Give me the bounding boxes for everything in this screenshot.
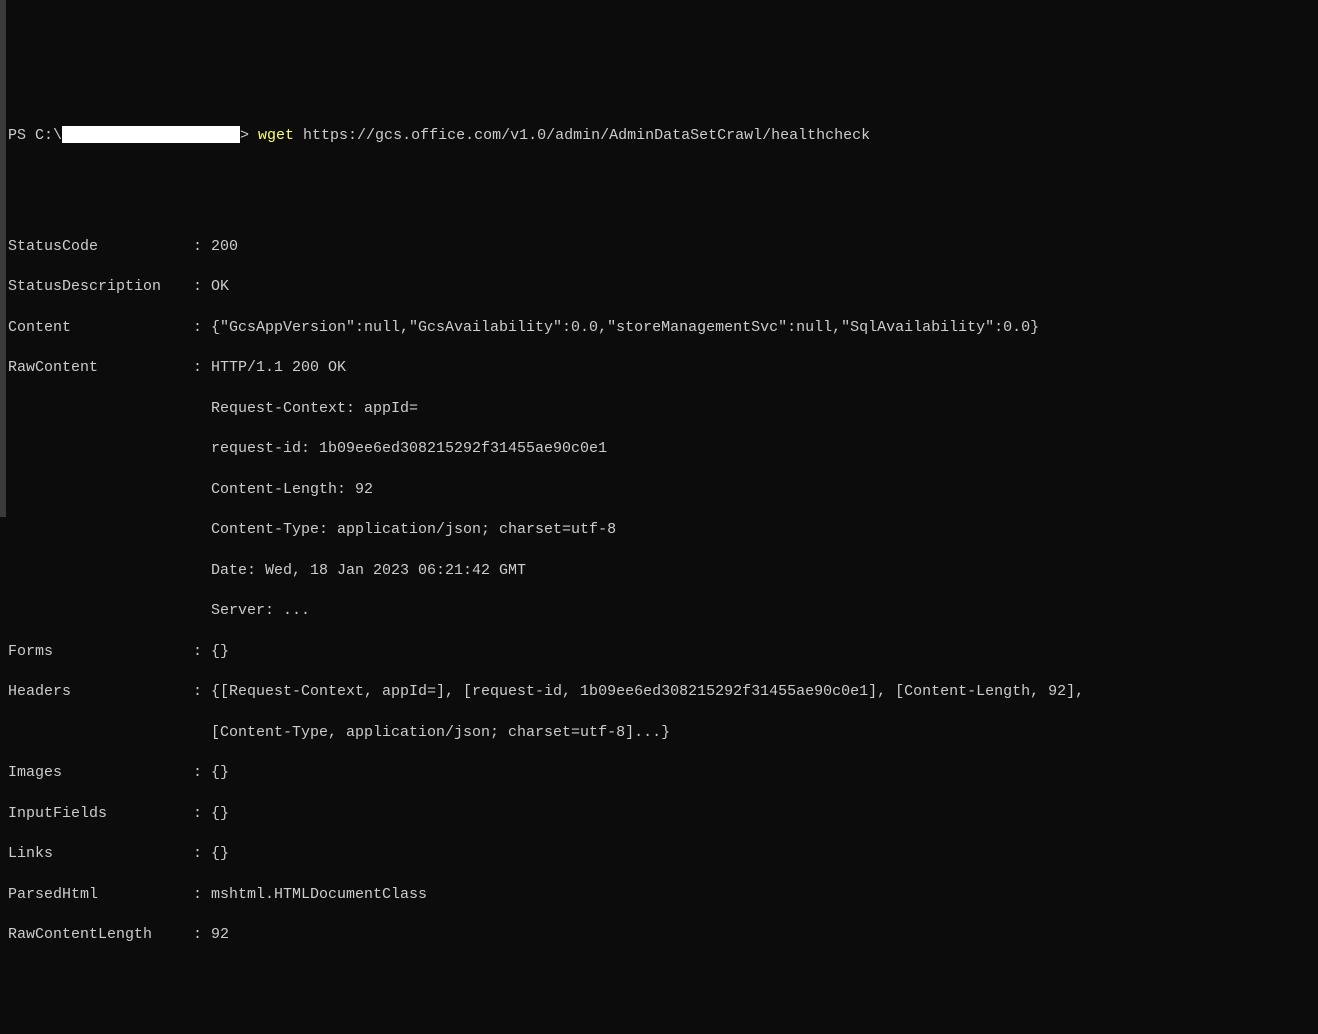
row-content: Content: {"GcsAppVersion":null,"GcsAvail…: [8, 318, 1310, 338]
colon: :: [193, 844, 211, 864]
row-inputfields: InputFields: {}: [8, 804, 1310, 824]
colon: :: [193, 358, 211, 378]
label-images: Images: [8, 763, 193, 783]
label-rawcontent: RawContent: [8, 358, 193, 378]
label-rawcontentlength: RawContentLength: [8, 925, 193, 945]
value-rawcontent-2: Request-Context: appId=: [8, 399, 1310, 419]
value-images: {}: [211, 763, 229, 783]
label-parsedhtml: ParsedHtml: [8, 885, 193, 905]
colon: :: [193, 763, 211, 783]
value-rawcontent-6: Date: Wed, 18 Jan 2023 06:21:42 GMT: [8, 561, 1310, 581]
redacted-path: [62, 126, 240, 143]
row-parsedhtml: ParsedHtml: mshtml.HTMLDocumentClass: [8, 885, 1310, 905]
prompt-gt: >: [240, 127, 258, 144]
label-inputfields: InputFields: [8, 804, 193, 824]
wget-command: wget: [258, 127, 294, 144]
colon: :: [193, 925, 211, 945]
value-rawcontentlength: 92: [211, 925, 229, 945]
label-headers: Headers: [8, 682, 193, 702]
value-rawcontent-4: Content-Length: 92: [8, 480, 1310, 500]
value-forms: {}: [211, 642, 229, 662]
label-statusdescription: StatusDescription: [8, 277, 193, 297]
value-inputfields: {}: [211, 804, 229, 824]
value-rawcontent-5: Content-Type: application/json; charset=…: [8, 520, 1310, 540]
label-links: Links: [8, 844, 193, 864]
colon: :: [193, 318, 211, 338]
label-statuscode: StatusCode: [8, 237, 193, 257]
output-block: StatusCode: 200 StatusDescription: OK Co…: [8, 216, 1310, 965]
label-content: Content: [8, 318, 193, 338]
row-rawcontent: RawContent: HTTP/1.1 200 OK: [8, 358, 1310, 378]
colon: :: [193, 237, 211, 257]
value-rawcontent-1: HTTP/1.1 200 OK: [211, 358, 346, 378]
value-parsedhtml: mshtml.HTMLDocumentClass: [211, 885, 427, 905]
value-links: {}: [211, 844, 229, 864]
row-forms: Forms: {}: [8, 642, 1310, 662]
row-images: Images: {}: [8, 763, 1310, 783]
row-links: Links: {}: [8, 844, 1310, 864]
colon: :: [193, 885, 211, 905]
value-rawcontent-7: Server: ...: [8, 601, 1310, 621]
value-headers-1: {[Request-Context, appId=], [request-id,…: [211, 682, 1084, 702]
scrollbar[interactable]: [0, 0, 6, 517]
prompt-prefix: PS C:\: [8, 127, 62, 144]
row-headers: Headers: {[Request-Context, appId=], [re…: [8, 682, 1310, 702]
label-forms: Forms: [8, 642, 193, 662]
row-statuscode: StatusCode: 200: [8, 237, 1310, 257]
command-prompt-line[interactable]: PS C:\ > wget https://gcs.office.com/v1.0…: [8, 126, 1310, 146]
colon: :: [193, 642, 211, 662]
value-rawcontent-3: request-id: 1b09ee6ed308215292f31455ae90…: [8, 439, 1310, 459]
row-statusdescription: StatusDescription: OK: [8, 277, 1310, 297]
row-rawcontentlength: RawContentLength: 92: [8, 925, 1310, 945]
wget-url: https://gcs.office.com/v1.0/admin/AdminD…: [294, 127, 870, 144]
value-statuscode: 200: [211, 237, 238, 257]
value-content: {"GcsAppVersion":null,"GcsAvailability":…: [211, 318, 1039, 338]
colon: :: [193, 682, 211, 702]
colon: :: [193, 277, 211, 297]
colon: :: [193, 804, 211, 824]
value-headers-2: [Content-Type, application/json; charset…: [8, 723, 1310, 743]
value-statusdescription: OK: [211, 277, 229, 297]
